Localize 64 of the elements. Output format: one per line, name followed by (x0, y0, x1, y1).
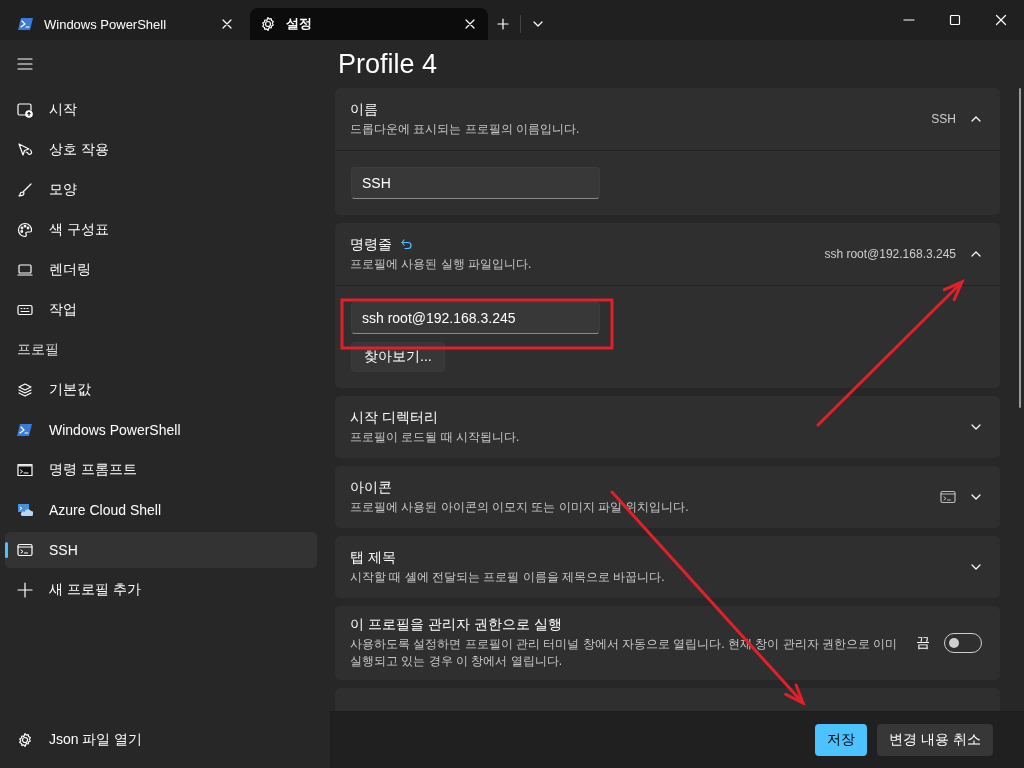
scrollbar-thumb[interactable] (1019, 88, 1021, 408)
text-field[interactable]: SSH (351, 167, 600, 199)
setting-title: 이름 (350, 100, 378, 119)
setting-title: 아이콘 (350, 478, 392, 497)
sidebar-item[interactable]: 기본값 (5, 372, 317, 408)
setting-description: 프로필이 로드될 때 시작됩니다. (350, 428, 521, 446)
setting-description: 드롭다운에 표시되는 프로필의 이름입니다. (350, 120, 581, 138)
setting-title: 명령줄 (350, 235, 392, 254)
browse-button[interactable]: 찾아보기... (351, 342, 445, 372)
add-profile-item[interactable]: 새 프로필 추가 (5, 572, 317, 608)
close-icon (221, 18, 233, 30)
layers-icon (17, 382, 33, 398)
sidebar-item[interactable]: 렌더링 (5, 252, 317, 288)
setting-value: SSH (931, 112, 956, 126)
brush-icon (17, 182, 33, 198)
text-field[interactable]: ssh root@192.168.3.245 (351, 302, 600, 334)
sidebar-item[interactable]: 모양 (5, 172, 317, 208)
sidebar-item[interactable]: 색 구성표 (5, 212, 317, 248)
setting-description: 시작할 때 셸에 전달되는 프로필 이름을 제목으로 바꿉니다. (350, 568, 666, 586)
keyboard-icon (17, 302, 33, 318)
powershell-icon (18, 16, 34, 32)
sidebar-item[interactable]: 작업 (5, 292, 317, 328)
plus-icon (17, 582, 33, 598)
sidebar-item[interactable]: 명령 프롬프트 (5, 452, 317, 488)
discard-button[interactable]: 변경 내용 취소 (877, 724, 993, 756)
sidebar-item[interactable]: Azure Cloud Shell (5, 492, 317, 528)
plus-icon (497, 18, 509, 30)
undo-icon (400, 237, 412, 250)
expander-header[interactable]: 탭 제목 시작할 때 셸에 전달되는 프로필 이름을 제목으로 바꿉니다. (335, 536, 1000, 598)
palette-icon (17, 222, 33, 238)
sidebar-item[interactable]: 상호 작용 (5, 132, 317, 168)
setting-value: ssh root@192.168.3.245 (824, 247, 956, 261)
terminal-icon (17, 542, 33, 558)
tab[interactable]: Windows PowerShell (8, 8, 245, 40)
expander-header[interactable]: 아이콘 프로필에 사용된 아이콘의 이모지 또는 이미지 파일 위치입니다. (335, 466, 1000, 528)
setting-description: 프로필에 사용된 실행 파일입니다. (350, 255, 533, 273)
pointer-icon (17, 142, 33, 158)
sidebar-item[interactable]: SSH (5, 532, 317, 568)
powershell-icon (17, 422, 33, 438)
close-icon (464, 18, 476, 30)
setting-title: 탭 제목 (350, 548, 396, 567)
maximize-icon (949, 14, 961, 26)
settings-icon (17, 732, 33, 748)
console-icon (17, 462, 33, 478)
setting-title: 시작 디렉터리 (350, 408, 438, 427)
menu-icon (17, 55, 33, 72)
laptop-icon (17, 262, 33, 278)
settings-icon (260, 16, 276, 32)
section-header: 프로필 (17, 341, 59, 359)
setting-title: 이 프로필을 관리자 권한으로 실행 (350, 616, 562, 634)
sidebar-item[interactable]: Windows PowerShell (5, 412, 317, 448)
setting-description: 프로필에 사용된 아이콘의 이모지 또는 이미지 파일 위치입니다. (350, 498, 690, 516)
tab[interactable]: 설정 (250, 8, 488, 40)
expander-header[interactable]: 이름 드롭다운에 표시되는 프로필의 이름입니다. SSH (335, 88, 1000, 150)
save-button[interactable]: 저장 (815, 724, 868, 756)
screen-icon (17, 102, 33, 118)
toggle-state-label: 끔 (916, 634, 930, 652)
close-icon (995, 14, 1007, 26)
expander-header[interactable]: 시작 디렉터리 프로필이 로드될 때 시작됩니다. (335, 396, 1000, 458)
expander-header[interactable]: 명령줄 프로필에 사용된 실행 파일입니다. ssh root@192.168.3.245 (335, 223, 1000, 285)
cloud-icon (17, 502, 33, 518)
sidebar-item[interactable]: 시작 (5, 92, 317, 128)
page-title: Profile 4 (338, 48, 438, 80)
open-json-item[interactable]: Json 파일 열기 (5, 722, 143, 758)
